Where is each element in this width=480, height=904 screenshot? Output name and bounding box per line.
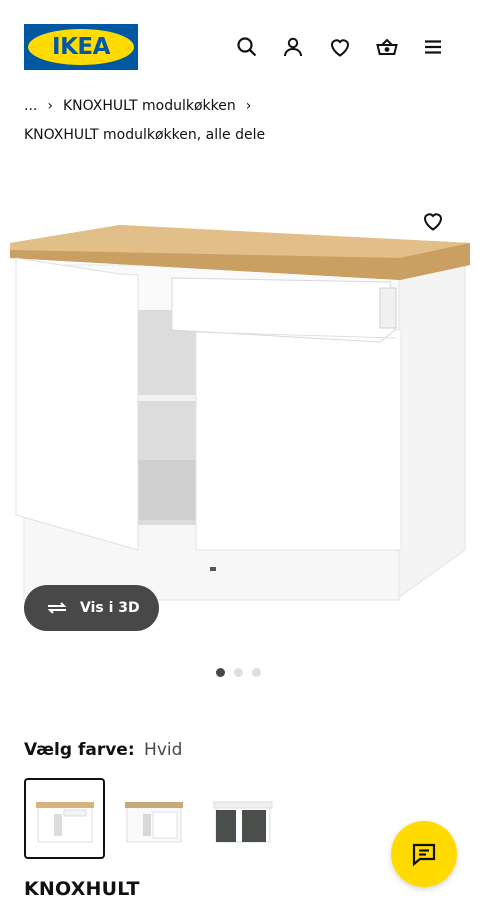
product-image-gallery[interactable]: Vis i 3D	[0, 170, 480, 650]
color-selector-heading: Vælg farve: Hvid	[24, 740, 182, 760]
swatch-thumbnail	[35, 801, 94, 842]
product-image	[10, 225, 470, 601]
basket-icon[interactable]	[371, 31, 403, 63]
breadcrumb-current[interactable]: KNOXHULT modulkøkken, alle dele	[24, 127, 265, 143]
color-swatch-white-oak[interactable]	[24, 778, 105, 859]
swatch-thumbnail	[124, 801, 183, 842]
color-swatch-dark-grey[interactable]	[202, 778, 283, 859]
color-swatch-white-grey[interactable]	[113, 778, 194, 859]
search-icon[interactable]	[231, 31, 263, 63]
carousel-dot[interactable]	[234, 668, 243, 677]
favourite-toggle-button[interactable]	[415, 203, 451, 239]
chevron-right-icon: ›	[47, 98, 53, 114]
breadcrumb-ellipsis[interactable]: ...	[24, 98, 37, 114]
favourites-icon[interactable]	[324, 31, 356, 63]
carousel-pagination	[216, 668, 261, 677]
product-name: KNOXHULT	[24, 878, 140, 900]
carousel-dot[interactable]	[252, 668, 261, 677]
chat-icon	[412, 843, 436, 867]
color-swatch-list	[24, 778, 283, 859]
menu-icon[interactable]	[417, 31, 449, 63]
heart-icon	[423, 213, 443, 231]
color-label: Vælg farve:	[24, 740, 135, 760]
swatch-thumbnail	[213, 801, 272, 842]
account-icon[interactable]	[277, 31, 309, 63]
chat-button[interactable]	[391, 821, 457, 887]
chevron-right-icon: ›	[245, 98, 252, 114]
ikea-logo[interactable]: IKEA	[24, 24, 138, 70]
breadcrumb: ... › KNOXHULT modulkøkken ›	[24, 98, 261, 114]
logo-text: IKEA	[52, 34, 110, 60]
carousel-dot[interactable]	[216, 668, 225, 677]
view-3d-button[interactable]: Vis i 3D	[24, 585, 159, 631]
breadcrumb-parent[interactable]: KNOXHULT modulkøkken	[63, 98, 236, 114]
site-header: IKEA	[0, 0, 480, 95]
view-3d-label: Vis i 3D	[80, 600, 140, 616]
rotate-3d-icon	[47, 602, 67, 614]
selected-color-value: Hvid	[144, 740, 183, 760]
